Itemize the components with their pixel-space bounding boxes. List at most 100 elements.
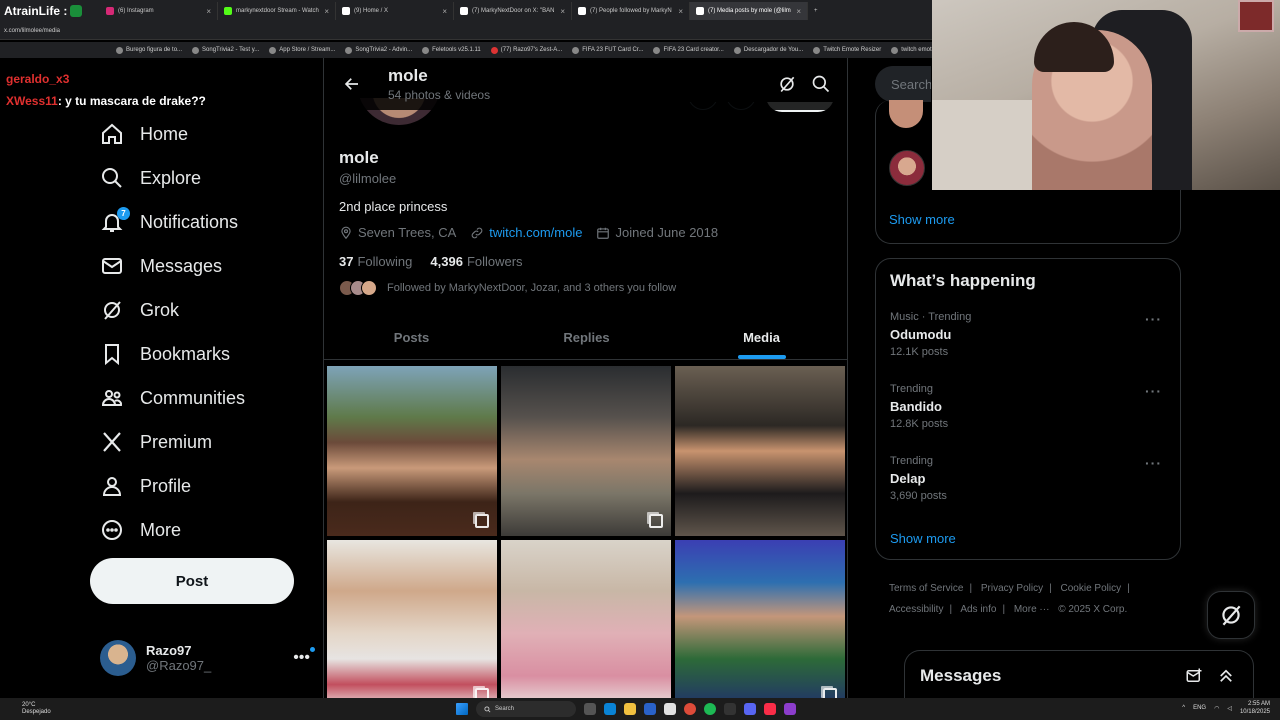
search-icon xyxy=(484,705,491,712)
media-thumbnail[interactable] xyxy=(501,540,671,698)
media-thumbnail[interactable] xyxy=(327,366,497,536)
search-icon[interactable] xyxy=(811,74,831,94)
close-tab-icon[interactable]: × xyxy=(324,7,329,16)
bookmark[interactable]: Twitch Emote Resizer xyxy=(813,46,881,54)
spotify-icon[interactable] xyxy=(704,703,716,715)
new-tab-button[interactable]: + xyxy=(808,2,828,20)
chrome-icon[interactable] xyxy=(684,703,696,715)
footer-link[interactable]: Accessibility xyxy=(889,604,943,615)
browser-tab[interactable]: (9) Home / X × xyxy=(336,2,454,20)
taskbar-search[interactable]: Search xyxy=(476,701,576,717)
bookmark[interactable]: Feletools v25.1.11 xyxy=(422,46,481,54)
followed-by[interactable]: Followed by MarkyNextDoor, Jozar, and 3 … xyxy=(339,280,676,296)
browser-tab-active[interactable]: (7) Media posts by mole (@lilm × xyxy=(690,2,808,20)
more-dots-icon[interactable]: ··· xyxy=(1145,455,1162,471)
system-tray: ^ ENG ◠ ◁ 2:55 AM 10/18/2025 xyxy=(1182,700,1270,716)
avatar[interactable] xyxy=(889,150,925,186)
nav-more[interactable]: More xyxy=(96,508,316,552)
more-dots-icon[interactable]: ··· xyxy=(1145,383,1162,399)
drawer-title: Messages xyxy=(920,665,1002,685)
trend-item[interactable]: Music · Trending Odumodu 12.1K posts ··· xyxy=(890,311,1170,358)
chat-message: XWess11: y tu mascara de drake?? xyxy=(6,94,206,108)
close-tab-icon[interactable]: × xyxy=(560,7,565,16)
browser-tab[interactable]: (7) MarkyNextDoor on X: "BAN × xyxy=(454,2,572,20)
bookmark[interactable]: Descargador de You... xyxy=(733,46,803,54)
media-thumbnail[interactable] xyxy=(327,540,497,698)
nav-premium[interactable]: Premium xyxy=(96,420,316,464)
grok-icon[interactable] xyxy=(777,74,797,94)
discord-icon[interactable] xyxy=(744,703,756,715)
language-indicator[interactable]: ENG xyxy=(1193,705,1206,711)
browser-tab[interactable]: (6) Instagram × xyxy=(100,2,218,20)
chevron-up-icon[interactable]: ^ xyxy=(1182,705,1185,711)
followers-count[interactable]: 4,396 Followers xyxy=(430,254,522,269)
more-dots-icon[interactable]: ••• xyxy=(293,647,315,667)
nav-home[interactable]: Home xyxy=(96,112,316,156)
close-tab-icon[interactable]: × xyxy=(206,7,211,16)
app-icon[interactable] xyxy=(784,703,796,715)
following-count[interactable]: 37 Following xyxy=(339,254,412,269)
bookmark[interactable]: SongTrivia2 - Advin... xyxy=(345,46,412,54)
tab-posts[interactable]: Posts xyxy=(324,316,499,359)
media-thumbnail[interactable] xyxy=(501,366,671,536)
new-message-icon[interactable] xyxy=(1185,667,1203,685)
footer-link[interactable]: Cookie Policy xyxy=(1061,583,1122,594)
stream-chat-overlay: geraldo_x3 XWess11: y tu mascara de drak… xyxy=(6,72,206,108)
show-more-link[interactable]: Show more xyxy=(889,212,955,227)
avatar[interactable] xyxy=(889,100,923,128)
media-thumbnail[interactable] xyxy=(675,540,845,698)
bookmark[interactable]: (77) Razo97's Zest-A... xyxy=(490,46,562,54)
more-dots-icon[interactable]: ··· xyxy=(1145,311,1162,327)
bookmark[interactable]: FIFA 23 Card creator... xyxy=(653,46,724,54)
volume-icon[interactable]: ◁ xyxy=(1227,705,1232,712)
grok-button[interactable] xyxy=(1207,591,1255,639)
browser-tab[interactable]: (7) People followed by MarkyN × xyxy=(572,2,690,20)
profile-link[interactable]: twitch.com/mole xyxy=(470,225,582,240)
bookmark[interactable]: FIFA 23 FUT Card Cr... xyxy=(572,46,643,54)
close-tab-icon[interactable]: × xyxy=(442,7,447,16)
nav-label: Bookmarks xyxy=(140,343,231,364)
search-input[interactable]: Search xyxy=(875,66,931,102)
back-button[interactable] xyxy=(332,64,372,104)
nav-messages[interactable]: Messages xyxy=(96,244,316,288)
music-icon[interactable] xyxy=(764,703,776,715)
tab-replies[interactable]: Replies xyxy=(499,316,674,359)
close-tab-icon[interactable]: × xyxy=(796,7,801,16)
app-icon[interactable] xyxy=(664,703,676,715)
windows-start-icon[interactable] xyxy=(456,703,468,715)
store-icon[interactable] xyxy=(644,703,656,715)
task-view-icon[interactable] xyxy=(584,703,596,715)
account-switcher[interactable]: Razo97 @Razo97_ ••• xyxy=(100,638,315,678)
wifi-icon[interactable]: ◠ xyxy=(1214,705,1219,712)
trend-item[interactable]: Trending Bandido 12.8K posts ··· xyxy=(890,383,1170,430)
tab-media[interactable]: Media xyxy=(674,316,847,359)
show-more-link[interactable]: Show more xyxy=(890,531,956,546)
nav-explore[interactable]: Explore xyxy=(96,156,316,200)
browser-tab[interactable]: markynextdoor Stream - Watch × xyxy=(218,2,336,20)
chevron-up-double-icon[interactable] xyxy=(1217,667,1235,685)
nav-notifications[interactable]: 7 Notifications xyxy=(96,200,316,244)
browser-tab-bar: AtrainLife : (6) Instagram × markynextdoo… xyxy=(0,0,932,22)
file-explorer-icon[interactable] xyxy=(624,703,636,715)
clock[interactable]: 2:55 AM 10/18/2025 xyxy=(1240,700,1270,716)
nav-grok[interactable]: Grok xyxy=(96,288,316,332)
bookmark[interactable]: SongTrivia2 - Test y... xyxy=(192,46,259,54)
footer-link[interactable]: Terms of Service xyxy=(889,583,963,594)
nav-bookmarks[interactable]: Bookmarks xyxy=(96,332,316,376)
bookmark[interactable]: App Store / Stream... xyxy=(269,46,335,54)
footer-link[interactable]: More ··· xyxy=(1014,604,1050,615)
bookmark[interactable]: Burego figura de to... xyxy=(116,46,182,54)
address-bar[interactable]: x.com/lilmolee/media xyxy=(0,22,140,40)
trend-item[interactable]: Trending Delap 3,690 posts ··· xyxy=(890,455,1170,502)
messages-drawer[interactable]: Messages xyxy=(904,650,1254,700)
nav-profile[interactable]: Profile xyxy=(96,464,316,508)
nav-communities[interactable]: Communities xyxy=(96,376,316,420)
post-button[interactable]: Post xyxy=(90,558,294,604)
footer-link[interactable]: Privacy Policy xyxy=(981,583,1043,594)
weather-widget[interactable]: 20°C Despejado xyxy=(22,702,51,716)
close-tab-icon[interactable]: × xyxy=(678,7,683,16)
steam-icon[interactable] xyxy=(724,703,736,715)
media-thumbnail[interactable] xyxy=(675,366,845,536)
edge-icon[interactable] xyxy=(604,703,616,715)
footer-link[interactable]: Ads info xyxy=(960,604,996,615)
